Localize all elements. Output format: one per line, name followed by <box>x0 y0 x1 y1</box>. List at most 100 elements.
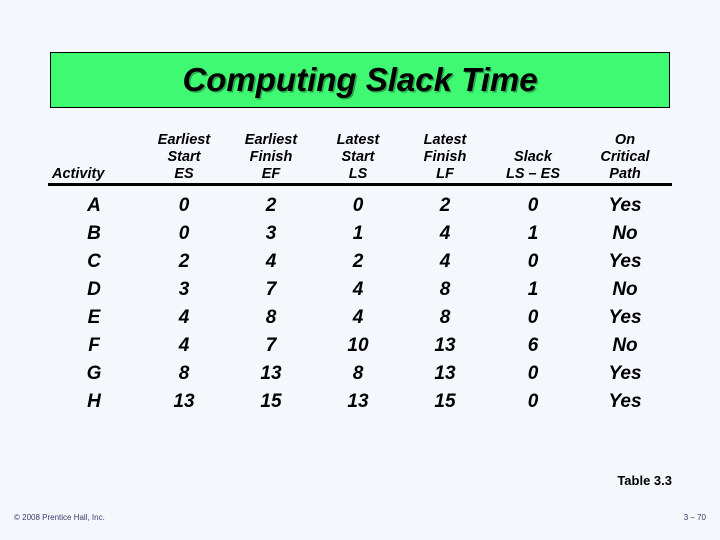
cell-latest-start: 13 <box>347 391 369 412</box>
cell-latest-start: 0 <box>352 195 364 216</box>
cell-earliest-start: 0 <box>178 223 190 244</box>
cell-latest-finish: 13 <box>434 363 456 384</box>
cell-latest-start: 10 <box>347 335 369 356</box>
column-header-earliest-finish: Earliest Finish EF <box>228 132 314 186</box>
cell-latest-finish: 4 <box>439 223 451 244</box>
column-header-activity-line3: Activity <box>52 166 105 182</box>
column-header-latest-finish-line1: Latest <box>423 132 467 148</box>
cell-latest-finish: 8 <box>439 279 451 300</box>
cell-earliest-start: 2 <box>178 251 190 272</box>
column-header-earliest-finish-line1: Earliest <box>244 132 298 148</box>
cell-earliest-finish: 7 <box>265 279 277 300</box>
slack-table-container: Activity Earliest Start ES Earliest Fini… <box>48 132 672 416</box>
column-header-latest-start: Latest Start LS <box>314 132 402 186</box>
table-header: Activity Earliest Start ES Earliest Fini… <box>48 132 672 186</box>
table-row: G 8 13 8 13 0 Yes <box>48 360 672 388</box>
column-header-critical-path-line3: Path <box>609 166 641 182</box>
cell-latest-start: 2 <box>352 251 364 272</box>
cell-slack: 0 <box>527 307 539 328</box>
cell-critical-path: Yes <box>608 363 642 384</box>
cell-slack: 0 <box>527 195 539 216</box>
cell-latest-finish: 13 <box>434 335 456 356</box>
cell-earliest-start: 4 <box>178 335 190 356</box>
cell-earliest-finish: 2 <box>265 195 277 216</box>
cell-earliest-finish: 15 <box>260 391 282 412</box>
cell-activity: G <box>86 363 102 384</box>
cell-latest-finish: 2 <box>439 195 451 216</box>
cell-latest-start: 1 <box>352 223 364 244</box>
table-header-row: Activity Earliest Start ES Earliest Fini… <box>48 132 672 186</box>
cell-latest-start: 4 <box>352 307 364 328</box>
column-header-latest-start-line1: Latest <box>336 132 380 148</box>
cell-slack: 0 <box>527 251 539 272</box>
cell-critical-path: Yes <box>608 391 642 412</box>
cell-activity: B <box>87 223 101 244</box>
cell-activity: F <box>88 335 100 356</box>
column-header-slack-line2: Slack <box>514 149 552 165</box>
column-header-critical-path-line1: On <box>614 132 636 148</box>
column-header-critical-path: On Critical Path <box>578 132 672 186</box>
slack-table: Activity Earliest Start ES Earliest Fini… <box>48 132 672 416</box>
cell-earliest-finish: 8 <box>265 307 277 328</box>
cell-critical-path: Yes <box>608 307 642 328</box>
table-caption: Table 3.3 <box>617 473 672 488</box>
cell-critical-path: No <box>612 223 638 244</box>
table-row: C 2 4 2 4 0 Yes <box>48 248 672 276</box>
cell-earliest-start: 4 <box>178 307 190 328</box>
page-number: 3 – 70 <box>683 513 706 522</box>
column-header-earliest-start-line2: Start <box>167 149 201 165</box>
table-row: D 3 7 4 8 1 No <box>48 276 672 304</box>
cell-critical-path: No <box>612 335 638 356</box>
table-row: B 0 3 1 4 1 No <box>48 220 672 248</box>
cell-earliest-finish: 4 <box>265 251 277 272</box>
cell-slack: 0 <box>527 363 539 384</box>
cell-earliest-finish: 13 <box>260 363 282 384</box>
cell-earliest-finish: 7 <box>265 335 277 356</box>
cell-critical-path: Yes <box>608 195 642 216</box>
cell-slack: 0 <box>527 391 539 412</box>
cell-earliest-start: 3 <box>178 279 190 300</box>
column-header-earliest-start-line1: Earliest <box>157 132 211 148</box>
column-header-critical-path-line2: Critical <box>600 149 650 165</box>
cell-activity: C <box>87 251 101 272</box>
cell-activity: D <box>87 279 101 300</box>
column-header-latest-finish: Latest Finish LF <box>402 132 488 186</box>
page-title: Computing Slack Time <box>182 61 538 98</box>
table-row: F 4 7 10 13 6 No <box>48 332 672 360</box>
cell-earliest-start: 13 <box>173 391 195 412</box>
copyright-notice: © 2008 Prentice Hall, Inc. <box>14 513 105 522</box>
table-row: A 0 2 0 2 0 Yes <box>48 185 672 221</box>
cell-latest-finish: 15 <box>434 391 456 412</box>
cell-earliest-start: 0 <box>178 195 190 216</box>
column-header-earliest-start-line3: ES <box>174 166 194 182</box>
cell-critical-path: No <box>612 279 638 300</box>
cell-slack: 1 <box>527 223 539 244</box>
cell-slack: 6 <box>527 335 539 356</box>
cell-latest-finish: 4 <box>439 251 451 272</box>
cell-earliest-finish: 3 <box>265 223 277 244</box>
column-header-earliest-start: Earliest Start ES <box>140 132 228 186</box>
cell-earliest-start: 8 <box>178 363 190 384</box>
cell-slack: 1 <box>527 279 539 300</box>
column-header-latest-finish-line2: Finish <box>423 149 467 165</box>
column-header-latest-start-line2: Start <box>341 149 375 165</box>
cell-activity: A <box>87 195 101 216</box>
cell-critical-path: Yes <box>608 251 642 272</box>
table-row: H 13 15 13 15 0 Yes <box>48 388 672 416</box>
column-header-activity: Activity <box>48 132 140 186</box>
cell-activity: E <box>87 307 101 328</box>
column-header-slack: Slack LS – ES <box>488 132 578 186</box>
cell-latest-finish: 8 <box>439 307 451 328</box>
column-header-slack-line3: LS – ES <box>506 166 560 182</box>
column-header-earliest-finish-line2: Finish <box>249 149 293 165</box>
slide-title-box: Computing Slack Time <box>50 52 670 108</box>
column-header-latest-finish-line3: LF <box>436 166 454 182</box>
table-row: E 4 8 4 8 0 Yes <box>48 304 672 332</box>
slide: Computing Slack Time Activity Earliest S… <box>0 0 720 540</box>
table-body: A 0 2 0 2 0 Yes B 0 3 1 4 1 No C 2 4 2 4… <box>48 185 672 417</box>
cell-latest-start: 4 <box>352 279 364 300</box>
cell-activity: H <box>87 391 101 412</box>
column-header-latest-start-line3: LS <box>348 166 368 182</box>
cell-latest-start: 8 <box>352 363 364 384</box>
column-header-earliest-finish-line3: EF <box>261 166 281 182</box>
